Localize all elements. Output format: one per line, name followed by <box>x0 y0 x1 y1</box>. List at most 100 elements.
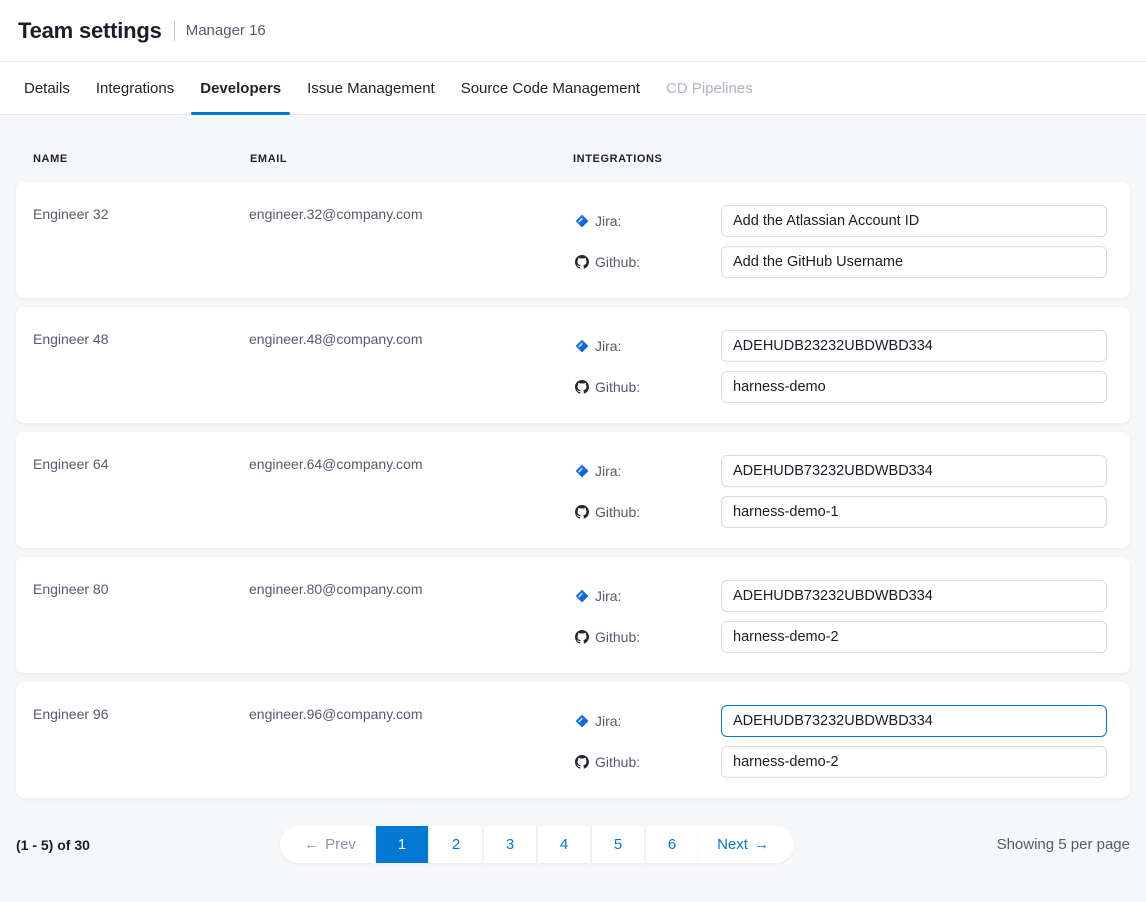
engineer-email: engineer.80@company.com <box>249 557 573 673</box>
github-icon <box>575 380 589 394</box>
jira-integration-row: Jira: <box>573 455 1107 487</box>
page-button-5[interactable]: 6 <box>646 826 698 863</box>
jira-icon <box>575 214 589 228</box>
page-button-0[interactable]: 1 <box>376 826 428 863</box>
github-username-input[interactable] <box>721 621 1107 653</box>
integrations-cell: Jira: Github: <box>573 432 1107 548</box>
github-username-input[interactable] <box>721 746 1107 778</box>
engineer-name: Engineer 96 <box>33 682 249 798</box>
tab-2[interactable]: Developers <box>191 62 290 114</box>
engineer-email: engineer.64@company.com <box>249 432 573 548</box>
github-icon <box>575 255 589 269</box>
next-label: Next <box>717 836 748 853</box>
github-integration-row: Github: <box>573 496 1107 528</box>
github-icon <box>575 505 589 519</box>
jira-label-group: Jira: <box>573 588 721 604</box>
developers-table: NAME EMAIL INTEGRATIONS Engineer 32 engi… <box>0 115 1146 902</box>
integrations-cell: Jira: Github: <box>573 307 1107 423</box>
tabbar: Details Integrations Developers Issue Ma… <box>0 62 1146 115</box>
jira-label: Jira: <box>595 463 621 479</box>
jira-account-id-input[interactable] <box>721 705 1107 737</box>
github-label: Github: <box>595 754 640 770</box>
pagination-bar: (1 - 5) of 30 ← Prev 1 2 3 4 5 6 Next → … <box>16 826 1130 863</box>
integrations-cell: Jira: Github: <box>573 682 1107 798</box>
jira-label: Jira: <box>595 213 621 229</box>
prev-page-button[interactable]: ← Prev <box>280 826 374 863</box>
jira-integration-row: Jira: <box>573 205 1107 237</box>
integrations-cell: Jira: Github: <box>573 182 1107 298</box>
tab-0[interactable]: Details <box>15 62 79 114</box>
github-label: Github: <box>595 504 640 520</box>
github-integration-row: Github: <box>573 746 1107 778</box>
github-label: Github: <box>595 254 640 270</box>
github-integration-row: Github: <box>573 621 1107 653</box>
engineer-name: Engineer 64 <box>33 432 249 548</box>
github-label: Github: <box>595 379 640 395</box>
jira-integration-row: Jira: <box>573 330 1107 362</box>
jira-label-group: Jira: <box>573 338 721 354</box>
page-button-3[interactable]: 4 <box>538 826 590 863</box>
page-button-1[interactable]: 2 <box>430 826 482 863</box>
page-button-4[interactable]: 5 <box>592 826 644 863</box>
jira-label-group: Jira: <box>573 213 721 229</box>
tab-4[interactable]: Source Code Management <box>452 62 649 114</box>
engineer-name: Engineer 80 <box>33 557 249 673</box>
engineer-email: engineer.48@company.com <box>249 307 573 423</box>
page-header: Team settings Manager 16 <box>0 0 1146 62</box>
page-button-2[interactable]: 3 <box>484 826 536 863</box>
jira-integration-row: Jira: <box>573 580 1107 612</box>
github-integration-row: Github: <box>573 246 1107 278</box>
page-title: Team settings <box>18 18 162 44</box>
table-row: Engineer 64 engineer.64@company.com <box>16 432 1130 548</box>
jira-account-id-input[interactable] <box>721 455 1107 487</box>
engineer-name: Engineer 32 <box>33 182 249 298</box>
table-row: Engineer 32 engineer.32@company.com <box>16 182 1130 298</box>
jira-label: Jira: <box>595 338 621 354</box>
github-username-input[interactable] <box>721 496 1107 528</box>
github-icon <box>575 755 589 769</box>
column-header-integrations: INTEGRATIONS <box>573 153 1130 182</box>
jira-label-group: Jira: <box>573 463 721 479</box>
jira-account-id-input[interactable] <box>721 205 1107 237</box>
github-username-input[interactable] <box>721 371 1107 403</box>
pager: ← Prev 1 2 3 4 5 6 Next → <box>280 826 794 863</box>
github-label-group: Github: <box>573 629 721 645</box>
jira-icon <box>575 714 589 728</box>
integrations-cell: Jira: Github: <box>573 557 1107 673</box>
next-page-button[interactable]: Next → <box>698 826 794 863</box>
engineer-email: engineer.32@company.com <box>249 182 573 298</box>
github-label: Github: <box>595 629 640 645</box>
github-label-group: Github: <box>573 379 721 395</box>
title-divider <box>174 21 175 41</box>
tab-3[interactable]: Issue Management <box>298 62 444 114</box>
github-icon <box>575 630 589 644</box>
jira-icon <box>575 464 589 478</box>
tab-5[interactable]: CD Pipelines <box>657 62 762 114</box>
jira-account-id-input[interactable] <box>721 330 1107 362</box>
table-row: Engineer 80 engineer.80@company.com <box>16 557 1130 673</box>
github-username-input[interactable] <box>721 246 1107 278</box>
column-header-name: NAME <box>33 153 250 182</box>
arrow-left-icon: ← <box>304 836 319 853</box>
per-page-text: Showing 5 per page <box>997 836 1130 853</box>
column-header-email: EMAIL <box>250 153 573 182</box>
tab-1[interactable]: Integrations <box>87 62 183 114</box>
jira-label: Jira: <box>595 588 621 604</box>
jira-icon <box>575 339 589 353</box>
github-integration-row: Github: <box>573 371 1107 403</box>
github-label-group: Github: <box>573 504 721 520</box>
github-label-group: Github: <box>573 254 721 270</box>
jira-label-group: Jira: <box>573 713 721 729</box>
prev-label: Prev <box>325 836 356 853</box>
arrow-right-icon: → <box>754 836 769 853</box>
team-name-subtitle: Manager 16 <box>186 22 266 39</box>
engineer-name: Engineer 48 <box>33 307 249 423</box>
table-header-row: NAME EMAIL INTEGRATIONS <box>16 115 1130 182</box>
jira-integration-row: Jira: <box>573 705 1107 737</box>
jira-account-id-input[interactable] <box>721 580 1107 612</box>
table-row: Engineer 96 engineer.96@company.com <box>16 682 1130 798</box>
jira-icon <box>575 589 589 603</box>
table-row: Engineer 48 engineer.48@company.com <box>16 307 1130 423</box>
engineer-email: engineer.96@company.com <box>249 682 573 798</box>
github-label-group: Github: <box>573 754 721 770</box>
